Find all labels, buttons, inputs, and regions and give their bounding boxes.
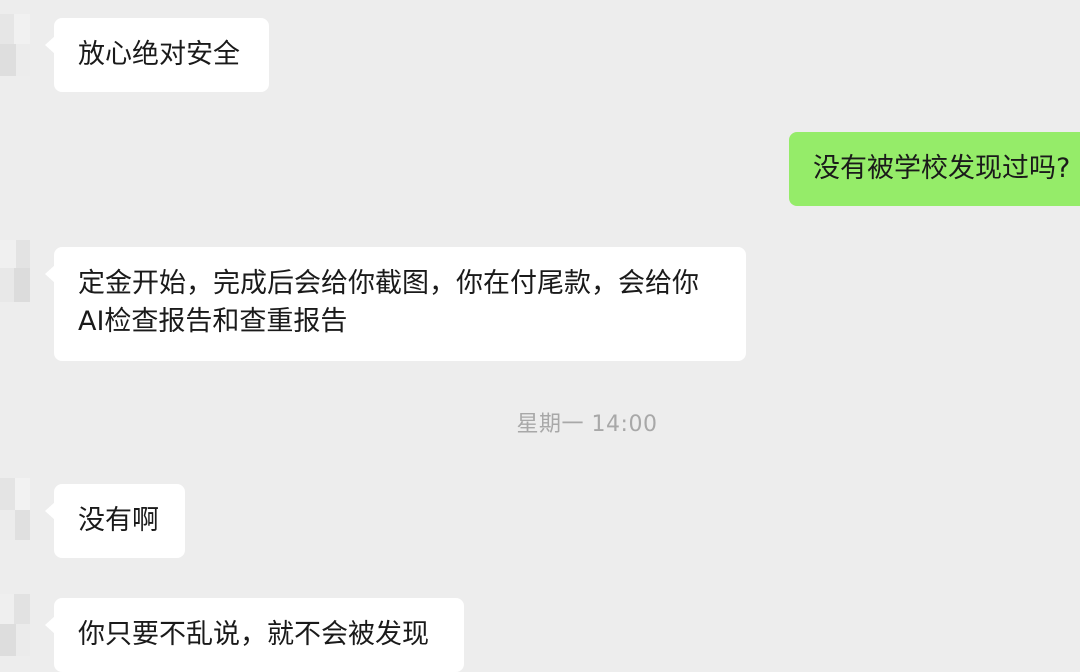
message-text-line: 定金开始，完成后会给你截图，你在付尾款，会给你 [78, 268, 699, 299]
avatar[interactable] [0, 240, 30, 302]
avatar[interactable] [0, 14, 30, 76]
message-text: 没有啊 [78, 505, 159, 536]
message-text: 没有被学校发现过吗? [813, 153, 1071, 184]
message-text: 放心绝对安全 [78, 39, 240, 70]
avatar[interactable] [0, 594, 30, 656]
message-bubble-incoming[interactable]: 没有啊 [45, 484, 185, 558]
chat-timestamp: 星期一 14:00 [516, 412, 658, 437]
message-text: 你只要不乱说，就不会被发现 [78, 619, 429, 650]
message-bubble-outgoing[interactable]: 没有被学校发现过吗? [789, 132, 1080, 206]
message-bubble-incoming[interactable]: 定金开始，完成后会给你截图，你在付尾款，会给你 AI检查报告和查重报告 [45, 247, 746, 361]
message-bubble-incoming[interactable]: 放心绝对安全 [45, 18, 269, 92]
message-bubble-incoming[interactable]: 你只要不乱说，就不会被发现 [45, 598, 464, 672]
message-text-line: AI检查报告和查重报告 [78, 306, 348, 337]
avatar[interactable] [0, 478, 30, 540]
